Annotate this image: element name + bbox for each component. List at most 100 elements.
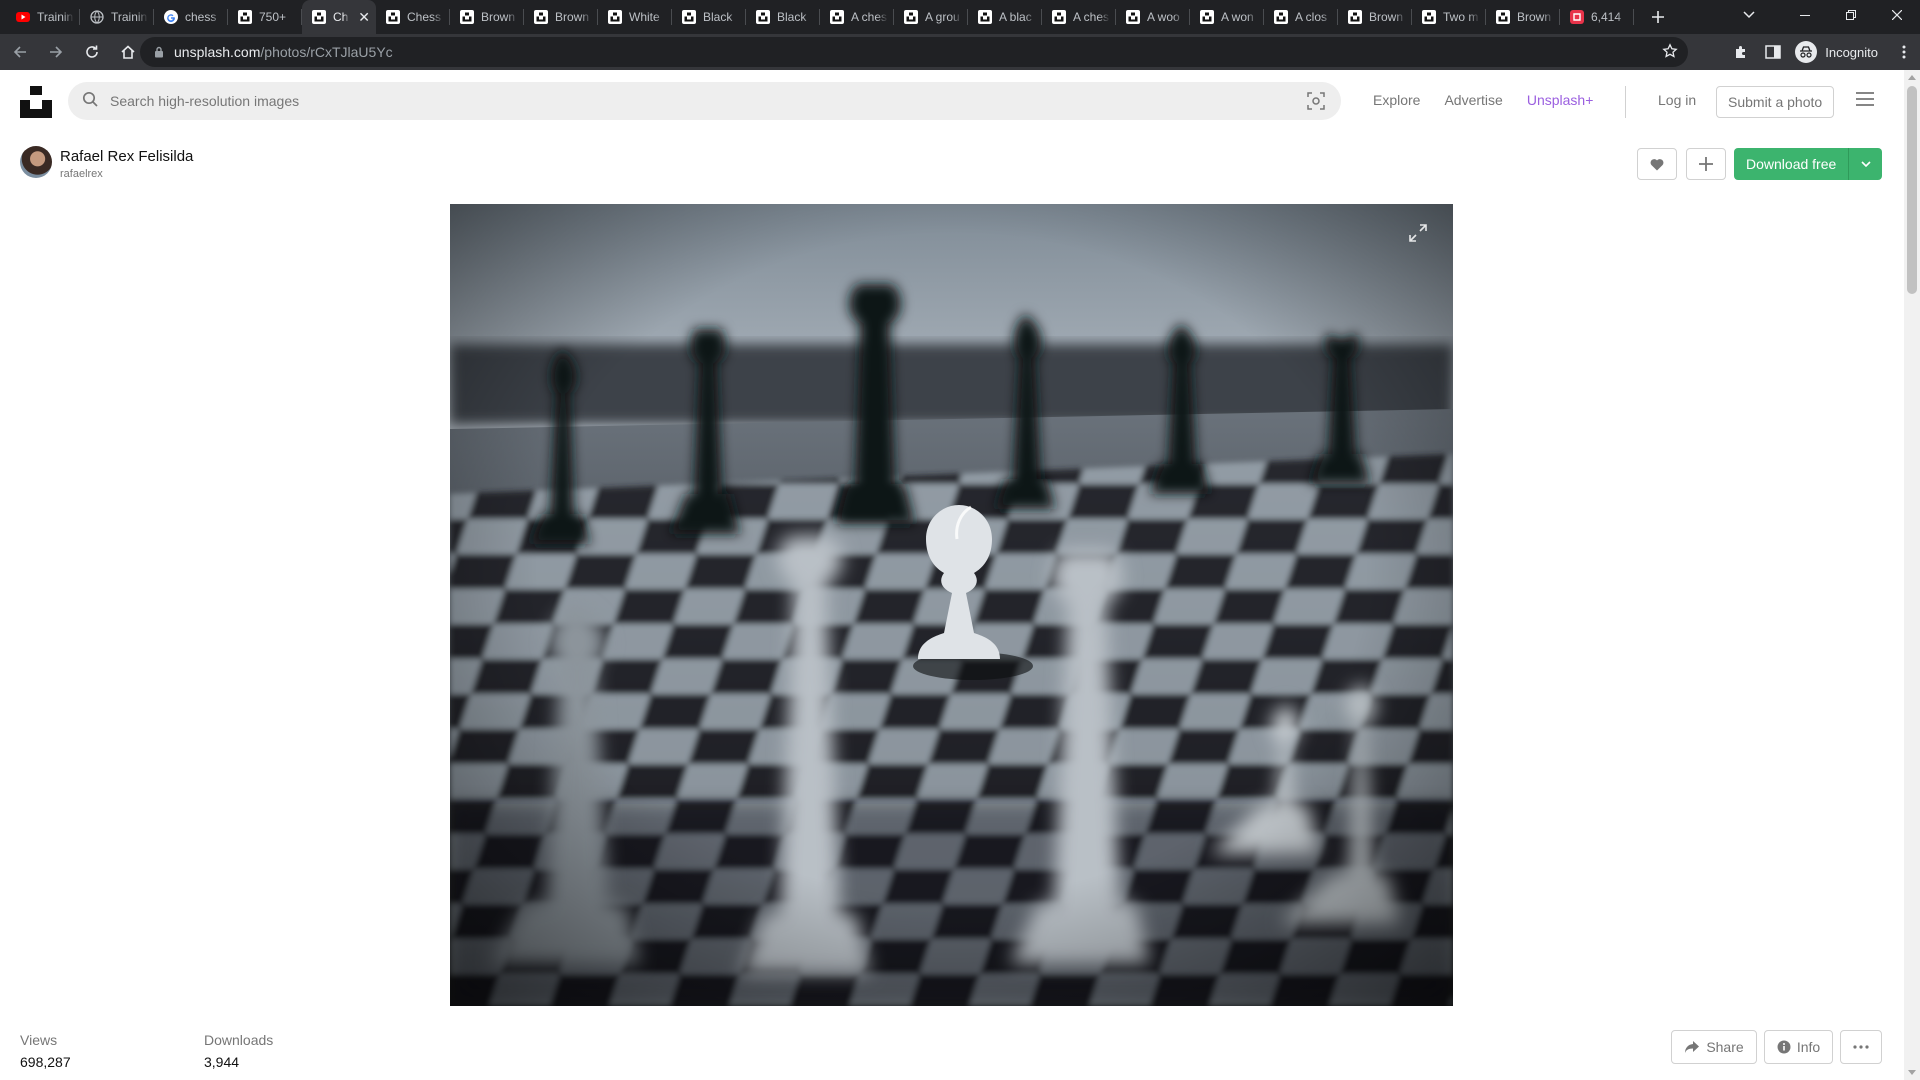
tab-list: Trainin Trainin chess 750+ Ch ✕ Chess Brown Brow…: [0, 0, 1674, 34]
expand-icon[interactable]: [1409, 224, 1427, 242]
chess-photo-image: [450, 204, 1453, 1006]
tab-title: Brown: [1517, 10, 1552, 24]
hamburger-menu-icon[interactable]: [1856, 92, 1874, 111]
tab-title: 6,414: [1591, 10, 1622, 24]
tab[interactable]: Brown: [1338, 0, 1412, 34]
info-icon: [1777, 1040, 1791, 1054]
bookmark-star-icon[interactable]: [1662, 43, 1678, 62]
info-button[interactable]: Info: [1764, 1030, 1833, 1064]
download-group: Download free: [1734, 148, 1883, 180]
restore-button[interactable]: [1828, 0, 1874, 30]
scrollbar-thumb[interactable]: [1907, 86, 1917, 294]
tab[interactable]: Brown: [1486, 0, 1560, 34]
tab-search-button[interactable]: [1732, 0, 1766, 30]
heart-icon: [1650, 158, 1664, 170]
arrow-left-icon: [13, 46, 26, 58]
share-button[interactable]: Share: [1671, 1030, 1757, 1064]
chrome-menu-button[interactable]: [1888, 36, 1920, 68]
tab[interactable]: A woo: [1116, 0, 1190, 34]
unsplash-page: Explore Advertise Unsplash+ Log in Submi…: [0, 70, 1904, 1080]
unsplash-icon: [904, 10, 918, 24]
photographer-handle[interactable]: rafaelrex: [60, 168, 103, 180]
tab-title: Chess: [407, 10, 442, 24]
tab[interactable]: Black: [746, 0, 820, 34]
new-tab-button[interactable]: [1642, 0, 1674, 34]
download-free-button[interactable]: Download free: [1734, 148, 1849, 180]
globe-icon: [90, 10, 104, 24]
photographer-name[interactable]: Rafael Rex Felisilda: [60, 148, 193, 165]
download-options-button[interactable]: [1848, 148, 1883, 180]
page-scrollbar[interactable]: [1904, 70, 1920, 1080]
tab-close-icon[interactable]: ✕: [358, 9, 370, 26]
scroll-up-arrow-icon[interactable]: [1908, 75, 1916, 80]
info-label: Info: [1796, 1039, 1821, 1055]
restore-icon: [1846, 10, 1856, 20]
unsplash-icon: [460, 10, 474, 24]
tab[interactable]: A ches: [1042, 0, 1116, 34]
plus-icon: [1652, 11, 1664, 23]
tab[interactable]: Brown: [450, 0, 524, 34]
forward-button[interactable]: [40, 36, 72, 68]
add-to-collection-button[interactable]: [1686, 148, 1726, 180]
site-header: Explore Advertise Unsplash+ Log in Submi…: [0, 70, 1904, 132]
scroll-down-arrow-icon[interactable]: [1908, 1070, 1916, 1075]
tab[interactable]: A won: [1190, 0, 1264, 34]
browser-tab-strip: Trainin Trainin chess 750+ Ch ✕ Chess Brown Brow…: [0, 0, 1920, 34]
close-window-button[interactable]: [1874, 0, 1920, 30]
tab[interactable]: A blac: [968, 0, 1042, 34]
unsplash-icon: [1496, 10, 1510, 24]
tab[interactable]: chess: [154, 0, 228, 34]
google-icon: [164, 10, 178, 24]
plus-icon: [1699, 157, 1713, 171]
tab-title: White: [629, 10, 660, 24]
tab[interactable]: Chess: [376, 0, 450, 34]
tab[interactable]: Two m: [1412, 0, 1486, 34]
submit-photo-button[interactable]: Submit a photo: [1716, 86, 1835, 118]
like-button[interactable]: [1637, 148, 1677, 180]
visual-search-icon[interactable]: [1307, 92, 1325, 115]
extensions-button[interactable]: [1725, 36, 1757, 68]
unsplash-icon: [1052, 10, 1066, 24]
minimize-button[interactable]: [1782, 0, 1828, 30]
nav-advertise[interactable]: Advertise: [1444, 92, 1502, 108]
nav-unsplash-plus[interactable]: Unsplash+: [1527, 92, 1594, 108]
tab[interactable]: Black: [672, 0, 746, 34]
side-panel-button[interactable]: [1757, 36, 1789, 68]
tab[interactable]: 6,414: [1560, 0, 1634, 34]
chess-photo[interactable]: [450, 204, 1453, 1006]
tab[interactable]: 750+: [228, 0, 302, 34]
tab[interactable]: A grou: [894, 0, 968, 34]
back-button[interactable]: [4, 36, 36, 68]
tab-title: Trainin: [111, 10, 148, 24]
tab[interactable]: White: [598, 0, 672, 34]
tab[interactable]: Trainin: [6, 0, 80, 34]
reload-button[interactable]: [76, 36, 108, 68]
home-icon: [121, 45, 135, 59]
window-controls: [1782, 0, 1920, 30]
tab[interactable]: A ches: [820, 0, 894, 34]
tab[interactable]: Trainin: [80, 0, 154, 34]
tab[interactable]: A clos: [1264, 0, 1338, 34]
search-icon[interactable]: [82, 91, 98, 112]
tab-active[interactable]: Ch ✕: [302, 0, 376, 34]
url-host: unsplash.com: [174, 44, 261, 60]
photographer-avatar[interactable]: [20, 146, 52, 178]
youtube-icon: [16, 10, 30, 24]
url-path: /photos/rCxTJlaU5Yc: [260, 44, 393, 60]
more-actions-button[interactable]: [1840, 1030, 1882, 1064]
tab-title: A clos: [1295, 10, 1328, 24]
address-bar[interactable]: unsplash.com/photos/rCxTJlaU5Yc: [140, 37, 1688, 67]
search-input[interactable]: [110, 93, 1260, 109]
unsplash-icon: [1126, 10, 1140, 24]
unsplash-logo-icon[interactable]: [20, 86, 52, 118]
chevron-down-icon: [1861, 161, 1871, 167]
downloads-label: Downloads: [204, 1032, 274, 1048]
incognito-profile[interactable]: Incognito: [1789, 38, 1888, 66]
nav-explore[interactable]: Explore: [1373, 92, 1420, 108]
unsplash-icon: [238, 10, 252, 24]
puzzle-icon: [1736, 46, 1746, 58]
header-nav: Explore Advertise Unsplash+: [1373, 92, 1593, 108]
login-link[interactable]: Log in: [1658, 92, 1696, 108]
tab-title: Black: [777, 10, 807, 24]
tab[interactable]: Brown: [524, 0, 598, 34]
